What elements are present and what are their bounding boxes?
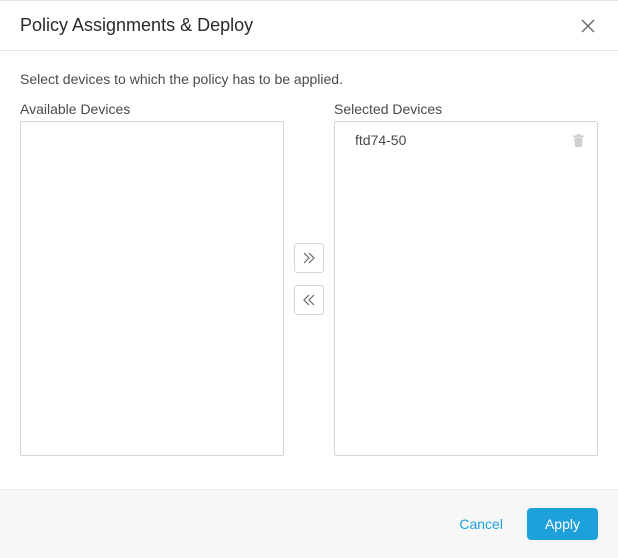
available-label: Available Devices [20,101,284,117]
dialog-body: Select devices to which the policy has t… [0,51,618,489]
available-devices-list[interactable] [20,121,284,456]
selected-devices-list[interactable]: ftd74-50 [334,121,598,456]
close-button[interactable] [578,16,598,36]
close-icon [580,18,596,34]
dialog-footer: Cancel Apply [0,489,618,558]
selected-label: Selected Devices [334,101,598,117]
move-left-button[interactable] [294,285,324,315]
remove-device-button[interactable] [571,133,585,147]
cancel-button[interactable]: Cancel [459,516,503,532]
apply-button[interactable]: Apply [527,508,598,540]
chevron-double-right-icon [301,251,317,265]
available-column: Available Devices [20,101,284,456]
chevron-double-left-icon [301,293,317,307]
trash-icon [573,134,584,147]
dialog-title: Policy Assignments & Deploy [20,15,253,36]
transfer-controls [294,101,324,456]
list-item[interactable]: ftd74-50 [339,128,593,152]
move-right-button[interactable] [294,243,324,273]
device-transfer: Available Devices Sel [20,101,598,456]
selected-column: Selected Devices ftd74-50 [334,101,598,456]
intro-text: Select devices to which the policy has t… [20,71,598,87]
device-name: ftd74-50 [355,132,406,148]
policy-assignments-dialog: Policy Assignments & Deploy Select devic… [0,0,618,558]
dialog-header: Policy Assignments & Deploy [0,1,618,51]
